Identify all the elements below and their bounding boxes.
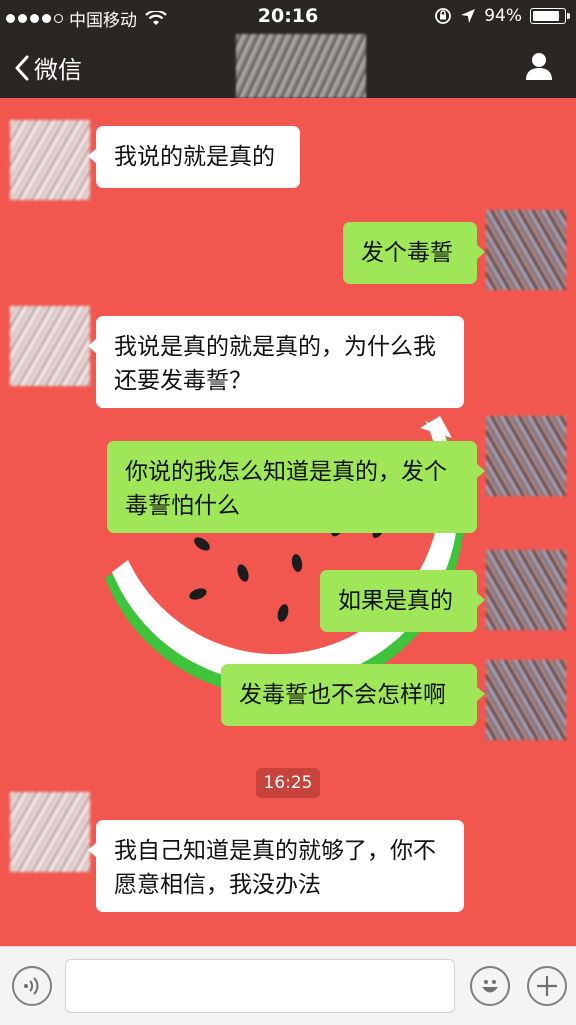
message-bubble-incoming[interactable]: 我说是真的就是真的，为什么我还要发毒誓？: [88, 316, 464, 408]
my-avatar[interactable]: [486, 660, 566, 740]
message-bubble-outgoing[interactable]: 发毒誓也不会怎样啊: [221, 664, 485, 726]
location-arrow-icon: [460, 8, 476, 24]
contact-avatar[interactable]: [10, 792, 90, 872]
battery-icon: [530, 8, 570, 24]
nav-bar: 微信: [0, 34, 576, 98]
plus-icon: [537, 976, 557, 996]
my-avatar[interactable]: [486, 210, 566, 290]
message-timestamp: 16:25: [256, 768, 320, 798]
my-avatar[interactable]: [486, 550, 566, 630]
chat-title-redacted: [236, 34, 366, 98]
voice-button[interactable]: [12, 966, 52, 1006]
status-right: 94%: [434, 6, 570, 26]
input-bar: [0, 946, 576, 1025]
battery-percent: 94%: [484, 6, 522, 26]
message-bubble-outgoing[interactable]: 发个毒誓: [343, 222, 485, 284]
profile-icon: [526, 53, 552, 80]
contact-avatar[interactable]: [10, 120, 90, 200]
emoji-button[interactable]: [470, 966, 510, 1006]
chat-area[interactable]: 我说的就是真的 发个毒誓 我说是真的就是真的，为什么我还要发毒誓？ 你说的我怎么…: [0, 98, 576, 946]
voice-icon: [24, 977, 39, 995]
back-button[interactable]: 微信: [14, 50, 82, 85]
message-bubble-incoming[interactable]: 我自己知道是真的就够了，你不愿意相信，我没办法: [88, 820, 464, 912]
back-label: 微信: [34, 56, 82, 84]
message-input[interactable]: [65, 959, 455, 1013]
message-bubble-outgoing[interactable]: 你说的我怎么知道是真的，发个毒誓怕什么: [107, 441, 485, 533]
message-bubble-incoming[interactable]: 我说的就是真的: [88, 126, 300, 188]
status-bar: 中国移动 20:16 94%: [0, 0, 576, 34]
message-bubble-outgoing[interactable]: 如果是真的: [320, 570, 485, 632]
profile-button[interactable]: [524, 51, 554, 85]
rotation-lock-icon: [434, 7, 452, 25]
contact-avatar[interactable]: [10, 306, 90, 386]
back-chevron-icon: [15, 55, 29, 80]
my-avatar[interactable]: [486, 416, 566, 496]
emoji-icon: [482, 980, 498, 993]
more-button[interactable]: [527, 966, 567, 1006]
